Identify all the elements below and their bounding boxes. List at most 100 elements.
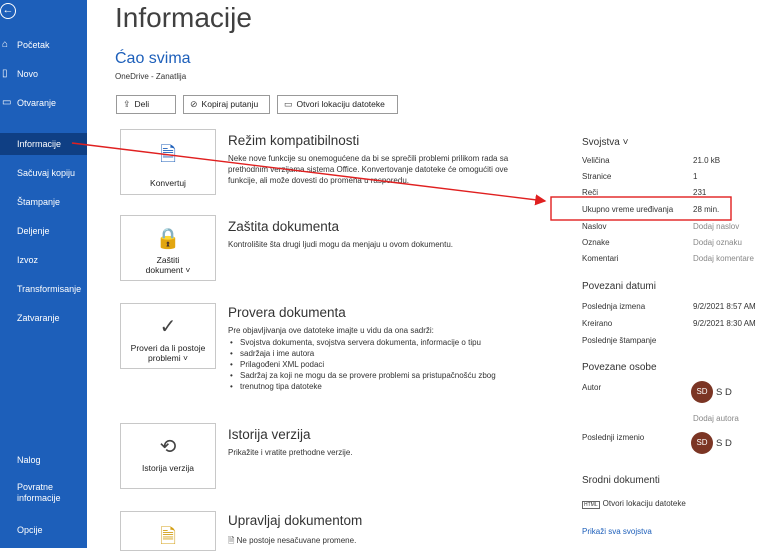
chevron-down-icon: ˅ <box>180 353 188 363</box>
nav-close[interactable]: Zatvaranje <box>0 307 87 329</box>
home-icon: ⌂ <box>2 39 9 50</box>
lock-icon: 🔒 <box>155 228 181 250</box>
nav-account[interactable]: Nalog <box>0 449 87 471</box>
nav-close-label: Zatvaranje <box>17 313 60 323</box>
date-label-printed: Poslednje štampanje <box>582 336 657 345</box>
nav-share[interactable]: Deljenje <box>0 220 87 242</box>
open-location-button-label: Otvori lokaciju datoteke <box>296 99 385 109</box>
nav-save-copy[interactable]: Sačuvaj kopiju <box>0 162 87 184</box>
protect-heading: Zaštita dokumenta <box>228 219 340 234</box>
add-title-field[interactable]: Dodaj naslov <box>693 222 739 231</box>
document-name: Ćao svima <box>115 50 191 67</box>
versions-heading: Istorija verzija <box>228 427 311 442</box>
nav-open[interactable]: ▭ Otvaranje <box>0 92 87 114</box>
nav-new-label: Novo <box>17 69 39 79</box>
backstage-sidebar: ← ⌂ Početak ▯ Novo ▭ Otvaranje Informacije … <box>0 0 87 548</box>
nav-share-label: Deljenje <box>17 226 50 236</box>
back-arrow-icon[interactable]: ← <box>0 3 16 19</box>
nav-home[interactable]: ⌂ Početak <box>0 34 87 56</box>
related-dates-heading: Povezani datumi <box>582 281 656 292</box>
info-page: Informacije Ćao svima OneDrive - Zanatli… <box>87 0 768 551</box>
prop-value-size: 21.0 kB <box>693 156 721 165</box>
link-icon: ⊘ <box>190 99 198 109</box>
open-file-location-link[interactable]: HTML Otvori lokaciju datoteke <box>582 499 686 509</box>
share-icon: ⇪ <box>123 99 131 109</box>
prop-value-words: 231 <box>693 188 707 197</box>
inspect-tile[interactable]: ✓ Proveri da li postoje problemi ˅ <box>120 303 216 369</box>
inspect-text: Pre objavljivanja ove datoteke imajte u … <box>228 325 528 392</box>
convert-tile-label: Konvertuj <box>150 178 186 188</box>
nav-options[interactable]: Opcije <box>0 519 87 541</box>
inspect-bullet: Sadržaj za koji ne mogu da se provere pr… <box>228 370 528 381</box>
compat-text: Neke nove funkcije su onemogućene da bi … <box>228 154 509 185</box>
nav-transform-label: Transformisanje <box>17 284 82 294</box>
modifier-name[interactable]: S D <box>716 438 732 449</box>
folder-open-icon: ▭ <box>2 97 12 108</box>
nav-account-label: Nalog <box>17 455 41 465</box>
nav-info[interactable]: Informacije <box>0 133 87 155</box>
prop-label-comments: Komentari <box>582 254 619 263</box>
nav-open-label: Otvaranje <box>17 98 57 108</box>
prop-label-words: Reči <box>582 188 599 197</box>
versions-text: Prikažite i vratite prethodne verzije. <box>228 448 353 457</box>
manage-tile[interactable]: 🗎 <box>120 511 216 551</box>
inspect-document-icon: ✓ <box>159 316 177 338</box>
avatar[interactable]: SD <box>691 432 713 454</box>
last-modified-by-label: Poslednji izmenio <box>582 433 645 442</box>
date-label-modified: Poslednja izmena <box>582 302 646 311</box>
add-comments-field[interactable]: Dodaj komentare <box>693 254 754 263</box>
date-label-created: Kreirano <box>582 319 613 328</box>
inspect-tile-label-2: problemi <box>148 353 181 363</box>
chevron-down-icon: ˅ <box>183 265 191 275</box>
date-value-modified: 9/2/2021 8:57 AM <box>693 302 756 311</box>
share-button-label: Deli <box>134 99 150 109</box>
add-author-link[interactable]: Dodaj autora <box>693 414 739 423</box>
prop-label-editing-time: Ukupno vreme uređivanja <box>582 205 674 214</box>
prop-label-pages: Stranice <box>582 172 612 181</box>
author-name[interactable]: S D <box>716 387 732 398</box>
new-document-icon: ▯ <box>2 68 8 79</box>
prop-value-pages: 1 <box>693 172 698 181</box>
convert-tile[interactable]: 🗎 Konvertuj <box>120 129 216 195</box>
protect-tile-label-2: dokument <box>145 265 183 275</box>
inspect-intro: Pre objavljivanja ove datoteke imajte u … <box>228 326 434 335</box>
inspect-bullet: Svojstva dokumenta, svojstva servera dok… <box>228 337 528 348</box>
copy-path-button[interactable]: ⊘ Kopiraj putanju <box>183 95 270 114</box>
prop-label-tags: Oznake <box>582 238 610 247</box>
inspect-tile-label-1: Proveri da li postoje <box>130 343 206 353</box>
properties-dropdown[interactable]: Svojstva ˅ <box>582 137 628 148</box>
add-tag-field[interactable]: Dodaj oznaku <box>693 238 742 247</box>
inspect-bullet-cont: trenutnog tipa datoteke <box>228 381 528 392</box>
version-history-tile-label: Istorija verzija <box>142 463 194 473</box>
nav-transform[interactable]: Transformisanje <box>0 278 87 300</box>
protect-tile[interactable]: 🔒 Zaštiti dokument ˅ <box>120 215 216 281</box>
manage-heading: Upravljaj dokumentom <box>228 513 363 528</box>
copy-path-button-label: Kopiraj putanju <box>201 99 259 109</box>
history-clock-icon: ⟲ <box>159 436 177 458</box>
nav-save-copy-label: Sačuvaj kopiju <box>17 168 76 178</box>
share-button[interactable]: ⇪ Deli <box>116 95 176 114</box>
inspect-bullet-cont: sadržaja i ime autora <box>228 348 528 359</box>
nav-new[interactable]: ▯ Novo <box>0 63 87 85</box>
inspect-heading: Provera dokumenta <box>228 305 346 320</box>
document-icon: 🗎 <box>228 536 237 545</box>
nav-feedback[interactable]: Povratne informacije <box>0 482 80 504</box>
version-history-tile[interactable]: ⟲ Istorija verzija <box>120 423 216 489</box>
nav-feedback-label: Povratne informacije <box>17 482 61 503</box>
prop-label-size: Veličina <box>582 156 610 165</box>
open-location-button[interactable]: ▭ Otvori lokaciju datoteke <box>277 95 398 114</box>
manage-text-label: Ne postoje nesačuvane promene. <box>236 536 357 545</box>
page-title: Informacije <box>115 2 252 33</box>
nav-options-label: Opcije <box>17 525 43 535</box>
open-file-location-label: Otvori lokaciju datoteke <box>602 499 686 508</box>
manage-document-icon: 🗎 <box>159 526 177 548</box>
author-label: Autor <box>582 383 602 392</box>
show-all-properties-link[interactable]: Prikaži sva svojstva <box>582 527 652 536</box>
nav-export[interactable]: Izvoz <box>0 249 87 271</box>
nav-print[interactable]: Štampanje <box>0 191 87 213</box>
prop-label-title: Naslov <box>582 222 607 231</box>
manage-text: 🗎 Ne postoje nesačuvane promene. <box>228 535 528 546</box>
avatar[interactable]: SD <box>691 381 713 403</box>
word-document-icon: 🗎 <box>159 144 177 166</box>
protect-tile-label-1: Zaštiti <box>156 255 180 265</box>
